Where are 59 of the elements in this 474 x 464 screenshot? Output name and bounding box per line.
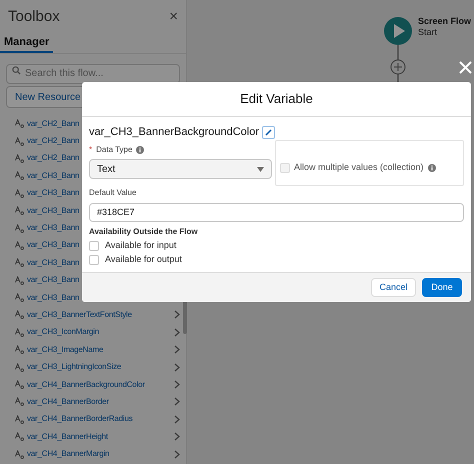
close-icon[interactable] [459,61,472,74]
text-type-icon [15,450,24,459]
close-icon[interactable]: × [169,6,178,28]
add-icon[interactable] [390,59,406,75]
data-type-select[interactable]: Text [89,159,272,179]
variable-name: var_CH3_BannerBackgroundColor [89,124,259,140]
text-type-icon [15,188,24,198]
done-button[interactable]: Done [422,278,462,297]
start-node-icon[interactable] [384,17,412,45]
text-type-icon [15,397,24,406]
tab[interactable]: Manager [0,34,54,53]
default-value-field[interactable]: #318CE7 [89,202,464,222]
info-icon [136,146,144,154]
text-type-icon [15,224,24,233]
node-title: Screen Flow [418,16,472,27]
checkbox-label: Available for input [105,238,176,252]
edit-button[interactable] [262,126,275,138]
resource-item[interactable]: var_CH3_BannerTextFontStyle [27,308,174,321]
text-type-icon [15,293,24,302]
resource-item[interactable]: var_CH4_BannerBackgroundColor [27,378,174,391]
checkbox-label: Available for output [105,252,182,266]
pencil-icon [264,128,272,136]
text-type-icon [15,206,24,216]
text-type-icon [15,380,24,390]
field-label: Data Type [96,144,132,156]
node-subtitle: Start [418,27,438,38]
text-type-icon [15,414,24,424]
text-type-icon [15,240,24,250]
text-type-icon [15,276,24,285]
text-type-icon [15,310,24,320]
section-heading: Availability Outside the Flow [89,226,199,238]
text-type-icon [15,328,24,337]
text-type-icon [15,136,24,146]
required-mark: * [89,144,92,156]
modal-title: Edit Variable [240,90,313,108]
text-type-icon [15,119,24,128]
resource-item[interactable]: var_CH4_BannerHeight [27,430,174,443]
cancel-button[interactable]: Cancel [371,278,416,297]
text-type-icon [15,258,24,268]
resource-item[interactable]: var_CH4_BannerBorder [27,396,174,408]
search-icon [12,66,21,75]
text-type-icon [15,345,24,354]
info-icon [428,164,436,172]
text-type-icon [15,362,24,372]
text-type-icon [15,171,24,180]
search-field[interactable]: Search this flow... [6,64,180,84]
panel-title: Toolbox [8,6,60,27]
resource-item[interactable]: var_CH3_ImageName [27,344,174,356]
caret-icon [257,166,264,172]
checkbox-label: Allow multiple values (collection) [294,161,424,174]
resource-item[interactable]: var_CH4_BannerMargin [27,448,174,460]
resource-item[interactable]: var_CH3_IconMargin [27,326,174,338]
checkbox[interactable] [89,240,99,250]
resource-item[interactable]: var_CH4_BannerBorderRadius [27,413,174,426]
text-type-icon [15,432,24,442]
resource-item[interactable]: var_CH3_LightningIconSize [27,361,174,374]
field-label: Default Value [89,187,138,199]
checkbox[interactable] [89,254,99,264]
text-type-icon [15,154,24,163]
